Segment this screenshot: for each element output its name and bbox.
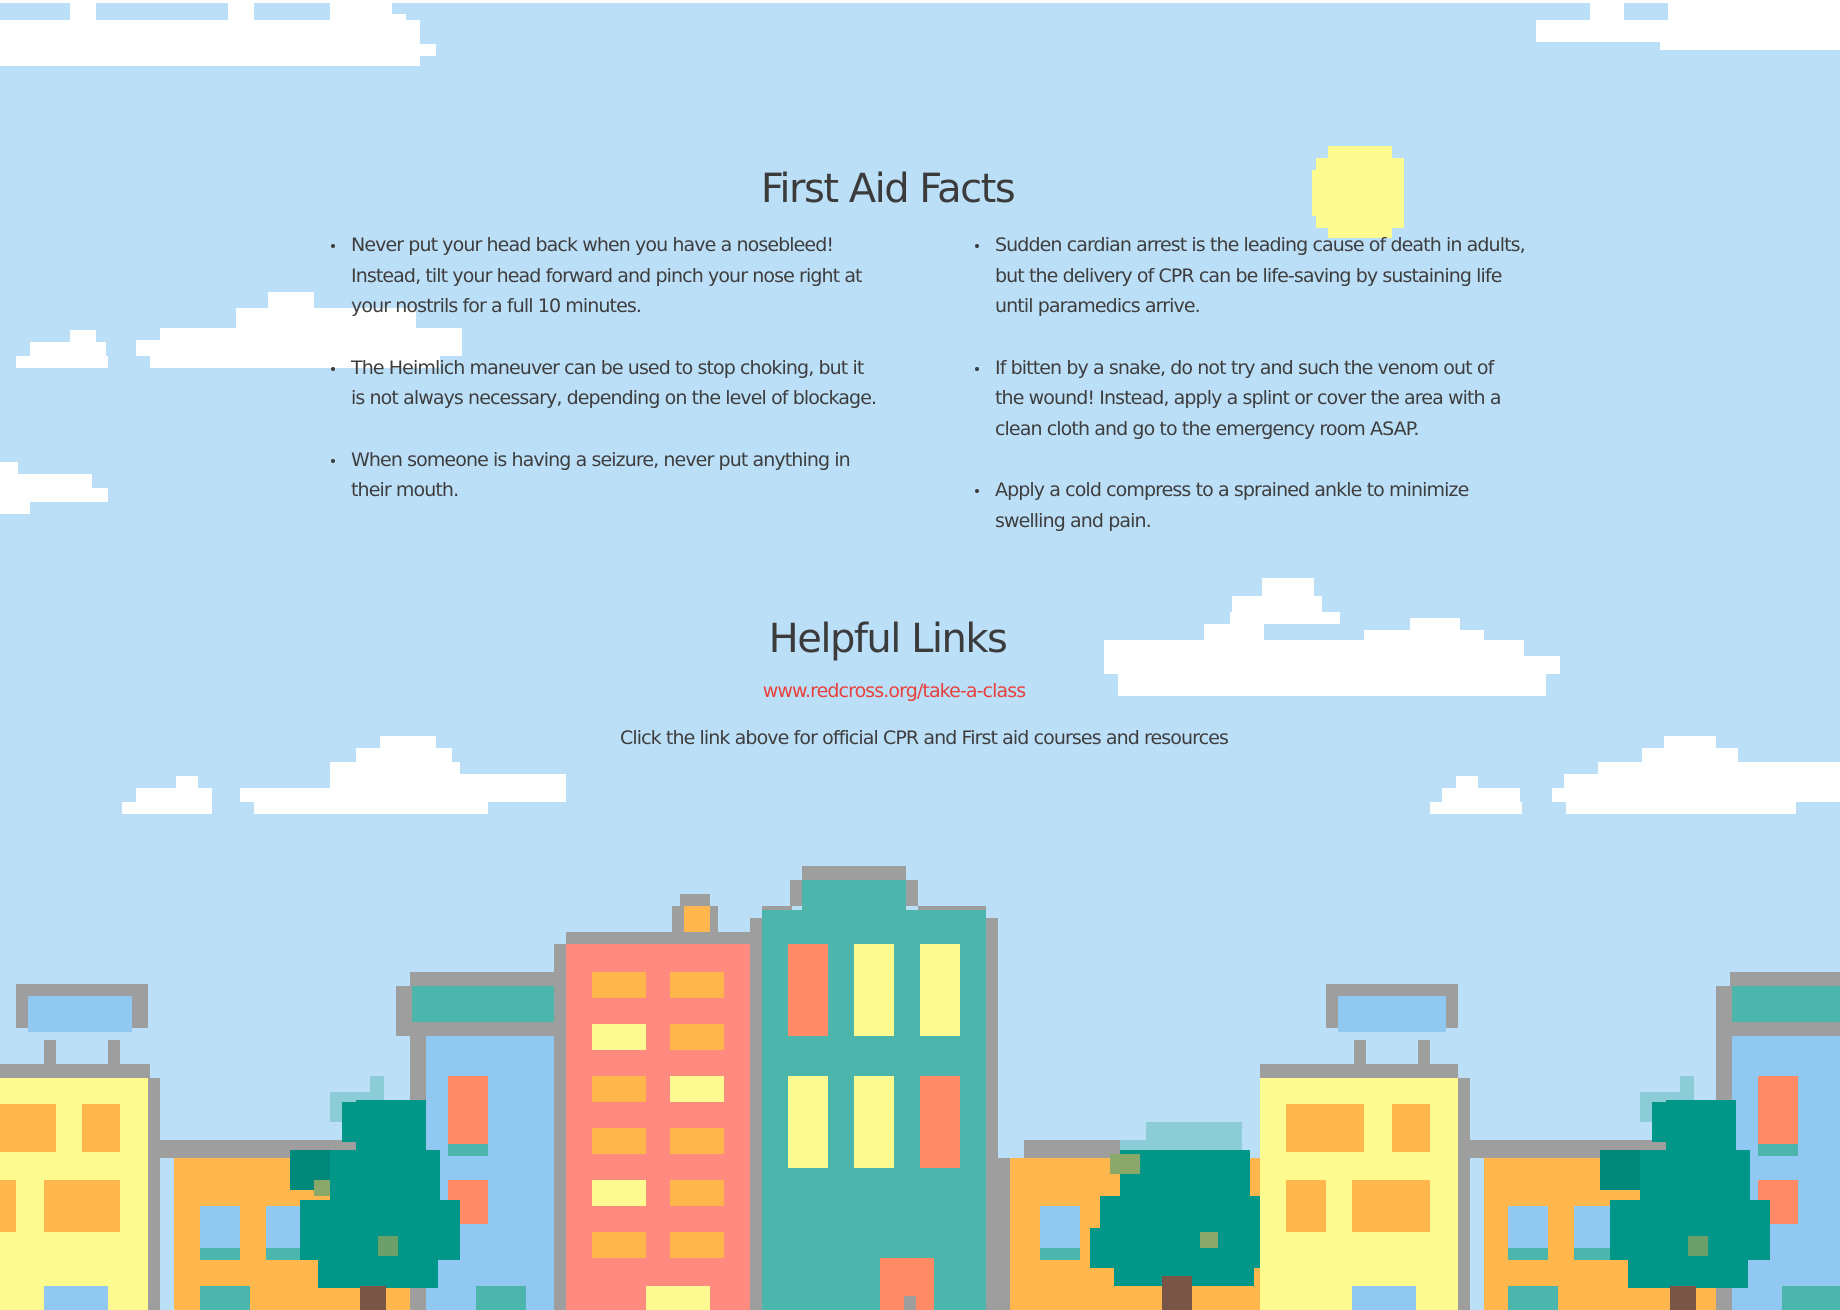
main-content: First Aid Facts Never put your head back… <box>0 0 1840 800</box>
fact-item: Never put your head back when you have a… <box>331 230 881 322</box>
links-title: Helpful Links <box>768 616 1008 662</box>
fact-item: The Heimlich maneuver can be used to sto… <box>331 353 881 414</box>
facts-list-right: Sudden cardian arrest is the leading cau… <box>975 230 1526 567</box>
redcross-link-row: www.redcross.org/take-a-class <box>0 680 1788 702</box>
fact-item: Apply a cold compress to a sprained ankl… <box>975 475 1525 536</box>
facts-title: First Aid Facts <box>760 166 1016 212</box>
redcross-link[interactable]: www.redcross.org/take-a-class <box>763 680 1026 702</box>
city-skyline <box>0 866 1840 1310</box>
fact-item: If bitten by a snake, do not try and suc… <box>975 353 1525 445</box>
fact-item: When someone is having a seizure, never … <box>331 445 881 506</box>
fact-item: Sudden cardian arrest is the leading cau… <box>975 230 1526 322</box>
links-description: Click the link above for official CPR an… <box>619 727 1229 749</box>
facts-list-left: Never put your head back when you have a… <box>331 230 881 537</box>
